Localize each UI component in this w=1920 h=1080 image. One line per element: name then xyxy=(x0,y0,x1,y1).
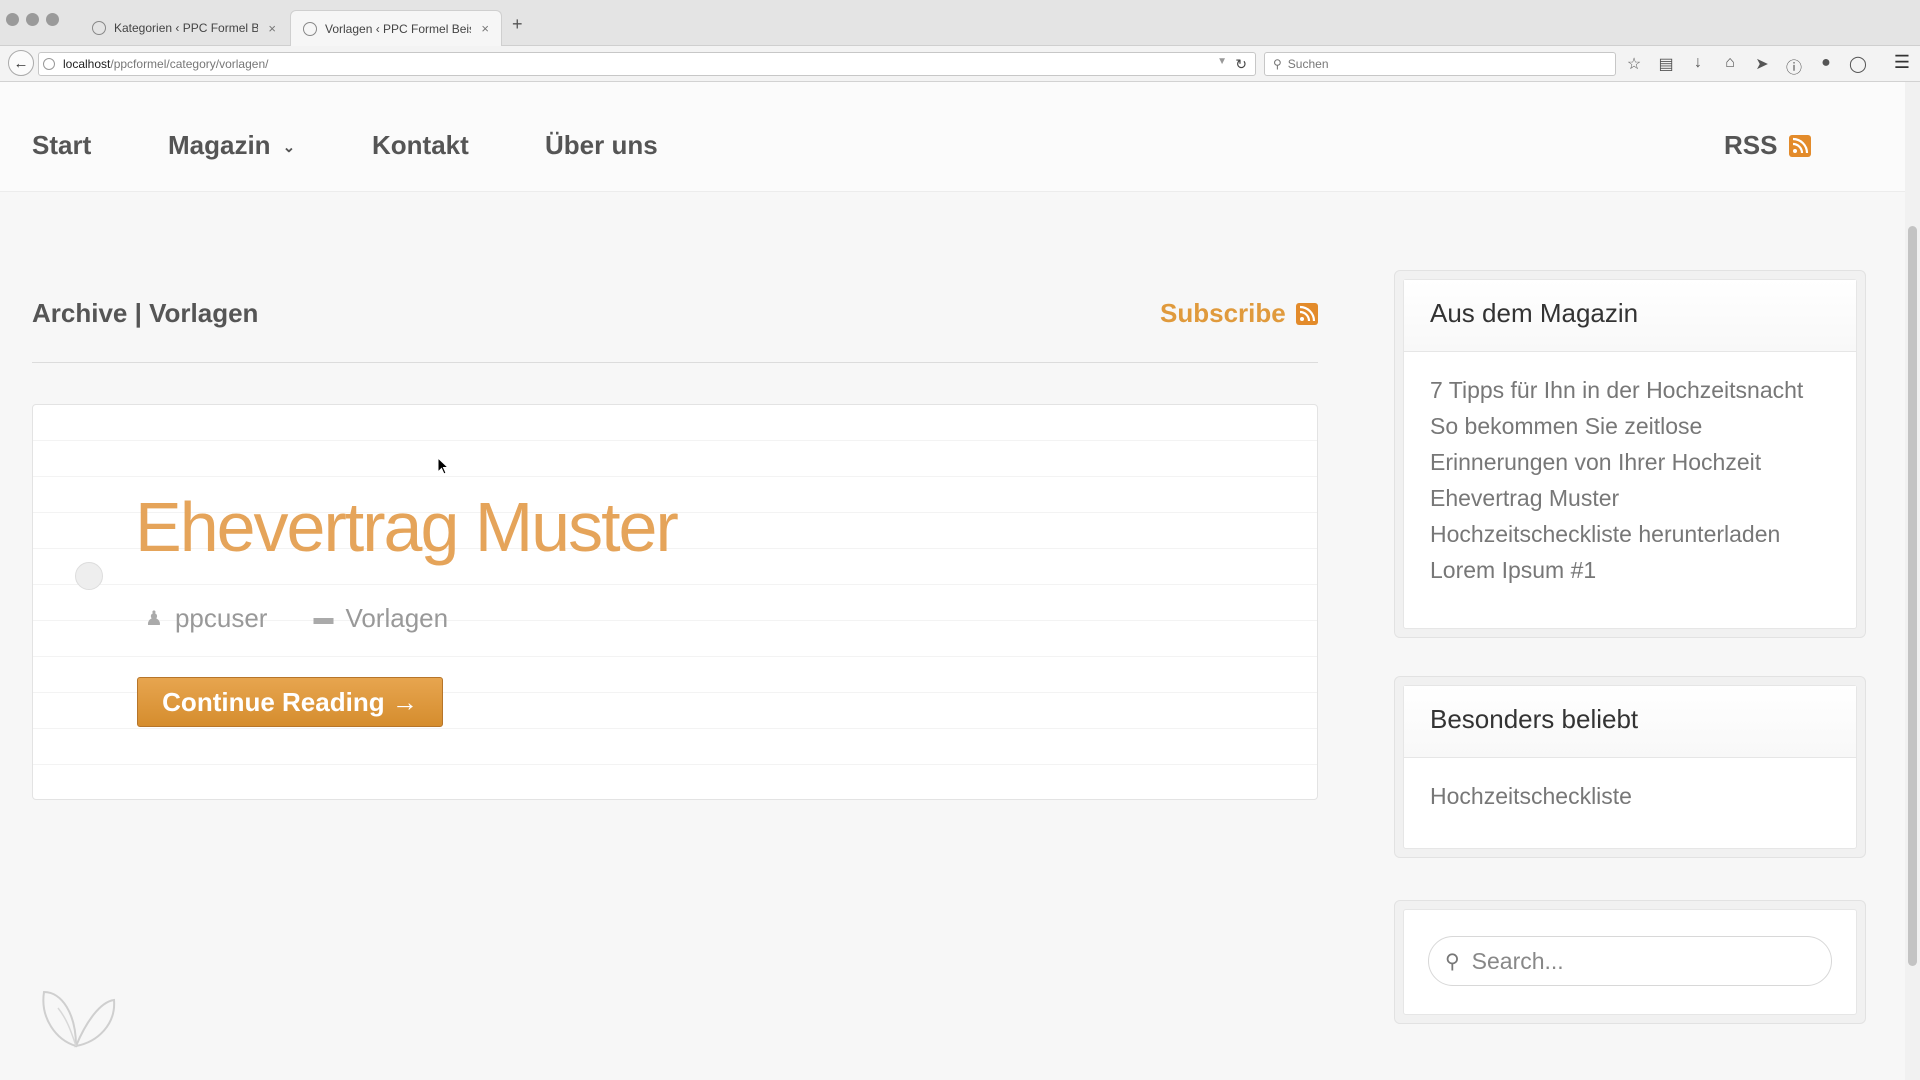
nav-start[interactable]: Start xyxy=(32,130,91,161)
post-title[interactable]: Ehevertrag Muster xyxy=(135,487,679,567)
info-icon[interactable]: ⓘ xyxy=(1784,54,1804,78)
tab-kategorien[interactable]: Kategorien ‹ PPC Formel Be... × xyxy=(80,10,288,46)
reload-icon[interactable]: ↻ xyxy=(1235,56,1247,73)
home-icon[interactable]: ⌂ xyxy=(1720,54,1740,78)
browser-titlebar: Kategorien ‹ PPC Formel Be... × Vorlagen… xyxy=(0,0,1920,46)
tab-title: Kategorien ‹ PPC Formel Be... xyxy=(114,21,259,35)
globe-icon xyxy=(303,21,317,36)
history-dropdown-icon[interactable]: ▼ xyxy=(1217,56,1227,67)
sidebar-link[interactable]: Hochzeitscheckliste herunterladen xyxy=(1430,516,1856,552)
divider xyxy=(32,362,1318,363)
mouse-cursor-icon xyxy=(437,457,449,475)
star-icon[interactable]: ☆ xyxy=(1624,54,1644,78)
post-category[interactable]: Vorlagen xyxy=(345,603,448,634)
widget-link-list: Hochzeitscheckliste xyxy=(1404,758,1856,814)
nav-ueber-uns[interactable]: Über uns xyxy=(545,130,658,161)
continue-reading-button[interactable]: Continue Reading → xyxy=(137,677,443,727)
nav-magazin[interactable]: Magazin ⌄ xyxy=(168,130,295,161)
tab-title: Vorlagen ‹ PPC Formel Beis... xyxy=(325,21,472,36)
browser-search-field[interactable]: ⚲ Suchen xyxy=(1264,52,1616,76)
shield-icon[interactable]: ◯ xyxy=(1848,54,1868,78)
rss-label: RSS xyxy=(1724,130,1778,160)
scrollbar-thumb[interactable] xyxy=(1908,226,1917,966)
download-icon[interactable]: ↓ xyxy=(1688,54,1708,78)
sidebar-link[interactable]: 7 Tipps für Ihn in der Hochzeitsnacht xyxy=(1430,372,1856,408)
new-tab-button[interactable]: + xyxy=(512,14,523,35)
subscribe-label: Subscribe xyxy=(1160,298,1286,328)
sidebar-link[interactable]: Ehevertrag Muster xyxy=(1430,480,1856,516)
sidebar-link[interactable]: So bekommen Sie zeitlose xyxy=(1430,408,1856,444)
widget-title: Besonders beliebt xyxy=(1404,686,1856,758)
browser-search-placeholder: Suchen xyxy=(1287,57,1329,71)
tab-close-icon[interactable]: × xyxy=(481,21,489,36)
tab-vorlagen[interactable]: Vorlagen ‹ PPC Formel Beis... × xyxy=(290,10,502,46)
tab-close-icon[interactable]: × xyxy=(268,21,276,36)
url-path: /ppcformel/category/vorlagen/ xyxy=(110,57,269,71)
send-icon[interactable]: ➤ xyxy=(1752,54,1772,78)
widget-link-list: 7 Tipps für Ihn in der Hochzeitsnacht So… xyxy=(1404,352,1856,588)
search-icon: ⚲ xyxy=(1445,950,1460,973)
url-host: localhost xyxy=(63,57,111,71)
widget-magazin: Aus dem Magazin 7 Tipps für Ihn in der H… xyxy=(1394,270,1866,638)
search-placeholder: Search... xyxy=(1471,947,1564,974)
post-meta: ♟ ppcuser ▬ Vorlagen xyxy=(145,603,448,634)
post-author[interactable]: ppcuser xyxy=(175,603,268,634)
widget-title: Aus dem Magazin xyxy=(1404,280,1856,352)
search-icon: ⚲ xyxy=(1273,57,1282,71)
nav-magazin-label: Magazin xyxy=(168,130,271,160)
maximize-window-button[interactable] xyxy=(46,13,59,26)
sidebar-link[interactable]: Erinnerungen von Ihrer Hochzeit xyxy=(1430,444,1856,480)
site-info-icon[interactable] xyxy=(43,58,55,70)
arrow-left-icon: ← xyxy=(13,54,29,72)
reading-list-icon[interactable]: ▤ xyxy=(1656,54,1676,78)
post-format-icon xyxy=(75,562,103,590)
url-bar[interactable]: localhost/ppcformel/category/vorlagen/ ▼… xyxy=(38,52,1256,76)
widget-beliebt: Besonders beliebt Hochzeitscheckliste xyxy=(1394,676,1866,858)
rss-link[interactable]: RSS xyxy=(1724,130,1812,161)
back-button[interactable]: ← xyxy=(8,50,34,76)
nav-kontakt[interactable]: Kontakt xyxy=(372,130,469,161)
butterfly-logo-icon xyxy=(42,990,116,1048)
sidebar-link[interactable]: Hochzeitscheckliste xyxy=(1430,778,1856,814)
sidebar-search-input[interactable]: ⚲ Search... xyxy=(1428,936,1832,986)
chat-icon[interactable]: ● xyxy=(1816,54,1836,78)
user-icon: ♟ xyxy=(145,608,163,630)
subscribe-link[interactable]: Subscribe xyxy=(1160,298,1318,329)
rss-icon xyxy=(1789,134,1812,157)
browser-toolbar: ☆ ▤ ↓ ⌂ ➤ ⓘ ● ◯ xyxy=(1624,54,1868,78)
globe-icon xyxy=(92,21,106,35)
post-card: Ehevertrag Muster ♟ ppcuser ▬ Vorlagen C… xyxy=(32,404,1318,800)
web-page: Start Magazin ⌄ Kontakt Über uns RSS Arch… xyxy=(0,82,1920,1080)
site-navigation: Start Magazin ⌄ Kontakt Über uns RSS xyxy=(0,82,1905,192)
chevron-down-icon: ⌄ xyxy=(282,139,296,156)
minimize-window-button[interactable] xyxy=(26,13,39,26)
menu-icon[interactable]: ☰ xyxy=(1894,52,1910,73)
browser-navbar: ← localhost/ppcformel/category/vorlagen/… xyxy=(0,46,1920,82)
archive-title: Archive | Vorlagen xyxy=(32,298,259,328)
close-window-button[interactable] xyxy=(6,13,19,26)
scrollbar[interactable] xyxy=(1905,82,1920,1080)
folder-icon: ▬ xyxy=(313,607,334,629)
sidebar-link[interactable]: Lorem Ipsum #1 xyxy=(1430,552,1856,588)
rss-icon xyxy=(1295,302,1318,325)
